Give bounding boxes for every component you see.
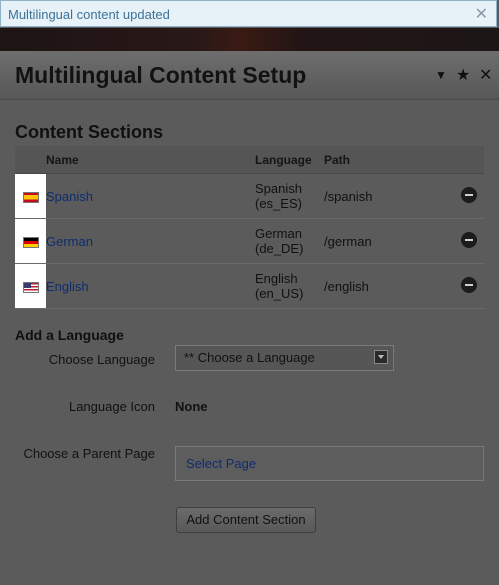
- panel-title: Multilingual Content Setup: [15, 62, 307, 88]
- language-icon-label: Language Icon: [68, 399, 155, 414]
- chevron-down-icon: [374, 350, 388, 364]
- parent-page-picker[interactable]: Select Page: [175, 446, 484, 481]
- content-sections-heading: Content Sections: [15, 122, 164, 142]
- language-select-value: ** Choose a Language: [184, 350, 315, 365]
- language-cell: German (de_DE): [255, 218, 324, 264]
- remove-icon[interactable]: [461, 231, 477, 248]
- action-column-header: [454, 146, 484, 174]
- table-header-row: Name Language Path: [15, 146, 484, 174]
- column-header-name: Name: [46, 146, 255, 174]
- section-link-spanish[interactable]: Spanish: [46, 189, 93, 204]
- spain-flag-icon: [22, 191, 39, 203]
- notification-text: Multilingual content updated: [8, 7, 170, 22]
- path-cell: /spanish: [324, 173, 454, 219]
- path-cell: /english: [324, 263, 454, 309]
- remove-icon[interactable]: [461, 186, 477, 203]
- path-cell: /german: [324, 218, 454, 264]
- column-header-path: Path: [324, 146, 454, 174]
- choose-language-label: Choose Language: [48, 352, 155, 367]
- header-banner: [0, 28, 499, 51]
- remove-icon[interactable]: [461, 276, 477, 293]
- germany-flag-icon: [22, 236, 39, 248]
- language-cell: English (en_US): [255, 263, 324, 309]
- close-icon[interactable]: ✕: [475, 1, 488, 28]
- panel-titlebar: Multilingual Content Setup ▼ ★ ✕: [0, 51, 499, 100]
- add-language-heading: Add a Language: [15, 327, 124, 343]
- section-link-english[interactable]: English: [46, 279, 89, 294]
- close-panel-icon[interactable]: ✕: [479, 65, 492, 85]
- language-select[interactable]: ** Choose a Language: [175, 345, 394, 371]
- add-content-section-button[interactable]: Add Content Section: [176, 507, 316, 533]
- star-icon[interactable]: ★: [456, 65, 470, 85]
- section-link-german[interactable]: German: [46, 234, 93, 249]
- collapse-icon[interactable]: ▼: [435, 68, 447, 82]
- flag-column-header: [15, 146, 46, 174]
- select-page-link[interactable]: Select Page: [186, 456, 256, 471]
- notification-bar: Multilingual content updated ✕: [0, 0, 497, 27]
- language-cell: Spanish (es_ES): [255, 173, 324, 219]
- column-header-language: Language: [255, 146, 324, 174]
- table-row: Spanish Spanish (es_ES) /spanish: [15, 173, 484, 219]
- usa-flag-icon: [22, 281, 39, 293]
- table-row: English English (en_US) /english: [15, 263, 484, 309]
- language-icon-value: None: [175, 399, 208, 414]
- parent-page-label: Choose a Parent Page: [23, 446, 155, 461]
- content-sections-table: Name Language Path Spanish Spanish (es_ES…: [15, 146, 484, 309]
- table-row: German German (de_DE) /german: [15, 218, 484, 264]
